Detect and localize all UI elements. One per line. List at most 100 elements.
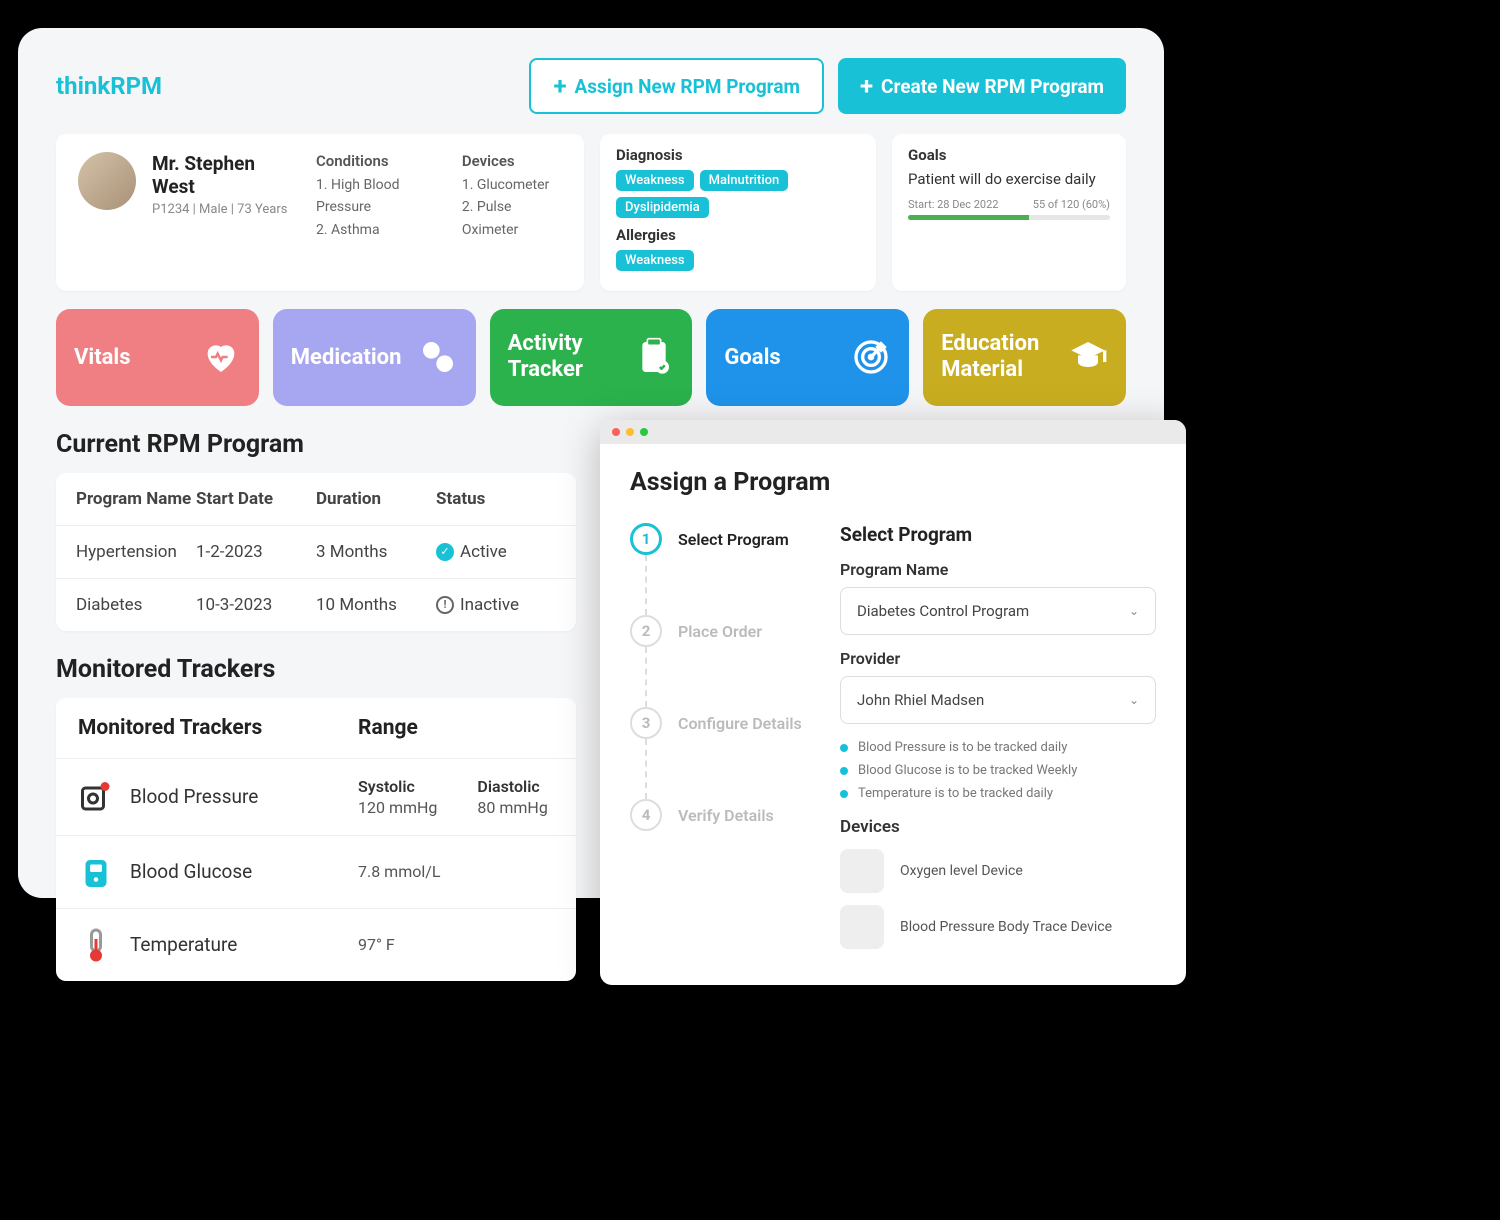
program-name-label: Program Name [840,560,1156,579]
graduation-icon [1068,337,1108,377]
diagnosis-badge: Weakness [616,170,694,191]
step-num: 2 [630,615,662,647]
minimize-dot-icon[interactable] [626,428,634,436]
tile-label: Medication [291,345,402,370]
bullet-text: Blood Glucose is to be tracked Weekly [858,763,1077,778]
avatar [78,152,136,210]
thermometer-icon [78,927,114,963]
alert-icon: ! [436,596,454,614]
step-2[interactable]: 2 Place Order [630,615,810,707]
trackers-header-row: Monitored Trackers Range [56,698,576,759]
oxygen-device-icon [840,849,884,893]
provider-select[interactable]: John Rhiel Madsen ⌄ [840,676,1156,724]
allergies-title: Allergies [616,226,860,244]
goal-meta: Start: 28 Dec 2022 55 of 120 (60%) [908,198,1110,211]
bullet-dot-icon [840,767,848,775]
programs-col: Current RPM Program Program Name Start D… [56,430,576,981]
bullet-item: Blood Glucose is to be tracked Weekly [840,763,1156,778]
tracker-name-col: Temperature [78,927,358,963]
assign-program-button[interactable]: + Assign New RPM Program [529,58,824,114]
range-val: 7.8 mmol/L [358,862,440,881]
range-val: 80 mmHg [477,798,547,817]
step-label: Configure Details [678,714,802,733]
step-1[interactable]: 1 Select Program [630,523,810,615]
bullet-list: Blood Pressure is to be tracked daily Bl… [840,740,1156,801]
tracker-row[interactable]: Blood Glucose 7.8 mmol/L [56,836,576,909]
glucose-meter-icon [78,854,114,890]
tracker-name-col: Blood Glucose [78,854,358,890]
tracker-range-col: 97° F [358,935,554,954]
patient-meta: P1234 | Male | 73 Years [152,202,300,217]
create-program-button[interactable]: + Create New RPM Program [838,58,1126,114]
step-label: Place Order [678,622,762,641]
range-label: Diastolic [477,777,547,796]
device-item: 2. Pulse Oximeter [462,196,562,241]
device-name: Oxygen level Device [900,863,1023,879]
bp-device-icon [840,905,884,949]
td-duration: 3 Months [316,542,436,562]
devices-col: Devices 1. Glucometer 2. Pulse Oximeter [462,152,562,273]
range-block: Diastolic 80 mmHg [477,777,547,817]
tile-label: Vitals [74,345,131,370]
create-label: Create New RPM Program [881,75,1104,98]
step-4[interactable]: 4 Verify Details [630,799,810,831]
patient-card: Mr. Stephen West P1234 | Male | 73 Years… [56,134,584,291]
goal-start: Start: 28 Dec 2022 [908,198,998,211]
form-title: Select Program [840,523,1156,546]
th-name: Program Name [76,489,196,509]
step-label: Verify Details [678,806,774,825]
programs-title: Current RPM Program [56,430,576,459]
tile-label: Activity Tracker [508,331,618,384]
pills-icon [418,337,458,377]
step-num: 4 [630,799,662,831]
heart-icon [201,337,241,377]
program-name-select[interactable]: Diabetes Control Program ⌄ [840,587,1156,635]
step-num: 3 [630,707,662,739]
tile-activity[interactable]: Activity Tracker [490,309,693,406]
allergy-badge: Weakness [616,250,694,271]
info-row: Mr. Stephen West P1234 | Male | 73 Years… [56,134,1126,291]
tile-goals[interactable]: Goals [706,309,909,406]
tracker-range-col: Systolic 120 mmHg Diastolic 80 mmHg [358,777,554,817]
close-dot-icon[interactable] [612,428,620,436]
diagnosis-card: Diagnosis Weakness Malnutrition Dyslipid… [600,134,876,291]
devices-title: Devices [462,152,562,170]
device-item[interactable]: Oxygen level Device [840,849,1156,893]
td-name: Hypertension [76,542,196,562]
table-row[interactable]: Hypertension 1-2-2023 3 Months ✓ Active [56,526,576,579]
diagnosis-title: Diagnosis [616,146,860,164]
tile-label: Education Material [941,331,1061,384]
form-col: Select Program Program Name Diabetes Con… [840,523,1156,961]
chevron-down-icon: ⌄ [1129,604,1139,618]
condition-item: 2. Asthma [316,219,446,241]
conditions-col: Conditions 1. High Blood Pressure 2. Ast… [316,152,446,273]
tile-vitals[interactable]: Vitals [56,309,259,406]
stepper: 1 Select Program 2 Place Order 3 Configu… [630,523,810,961]
maximize-dot-icon[interactable] [640,428,648,436]
condition-item: 1. High Blood Pressure [316,174,446,219]
patient-name: Mr. Stephen West [152,152,300,198]
tracker-row[interactable]: Blood Pressure Systolic 120 mmHg Diastol… [56,759,576,836]
th-name: Monitored Trackers [78,716,358,740]
range-block: 7.8 mmol/L [358,862,440,881]
bullet-item: Blood Pressure is to be tracked daily [840,740,1156,755]
th-start: Start Date [196,489,316,509]
range-label: Systolic [358,777,437,796]
bullet-text: Temperature is to be tracked daily [858,786,1053,801]
range-block: Systolic 120 mmHg [358,777,437,817]
td-status: ! Inactive [436,595,556,615]
trackers-title: Monitored Trackers [56,655,576,684]
range-block: 97° F [358,935,395,954]
tile-medication[interactable]: Medication [273,309,476,406]
diagnosis-badge: Dyslipidemia [616,197,709,218]
step-3[interactable]: 3 Configure Details [630,707,810,799]
plus-icon: + [553,74,566,98]
table-row[interactable]: Diabetes 10-3-2023 10 Months ! Inactive [56,579,576,631]
tracker-row[interactable]: Temperature 97° F [56,909,576,981]
modal-cols: 1 Select Program 2 Place Order 3 Configu… [630,523,1156,961]
clipboard-icon [634,337,674,377]
device-item[interactable]: Blood Pressure Body Trace Device [840,905,1156,949]
header-buttons: + Assign New RPM Program + Create New RP… [529,58,1126,114]
progress-bar [908,215,1110,220]
tile-education[interactable]: Education Material [923,309,1126,406]
